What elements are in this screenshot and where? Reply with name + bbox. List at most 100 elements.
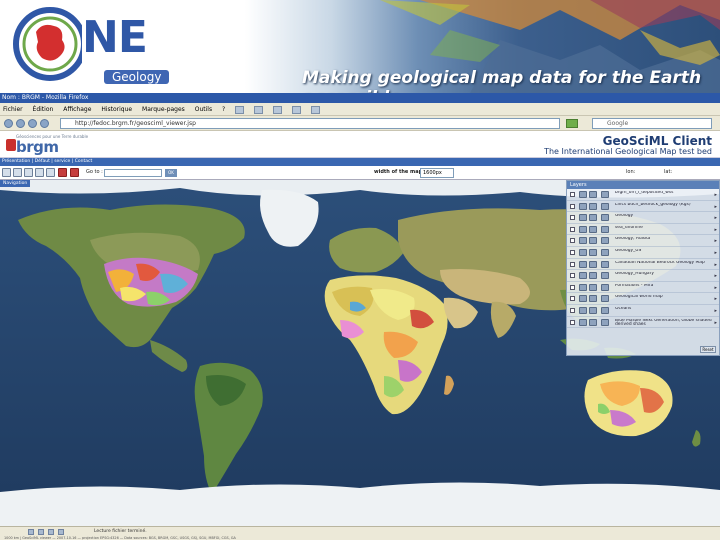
layer-info-icon[interactable] — [579, 214, 587, 222]
layer-checkbox[interactable] — [570, 261, 575, 267]
layer-legend-icon[interactable] — [589, 202, 597, 210]
expand-arrow-icon[interactable]: ▸ — [714, 273, 717, 279]
layer-map-icon — [601, 306, 609, 314]
stop-button[interactable] — [40, 119, 49, 128]
print-icon[interactable] — [310, 105, 320, 114]
query-icon[interactable] — [70, 168, 79, 177]
layer-info-icon[interactable] — [579, 260, 587, 268]
expand-arrow-icon[interactable]: ▸ — [714, 320, 717, 326]
expand-arrow-icon[interactable]: ▸ — [714, 204, 717, 210]
layer-checkbox[interactable] — [570, 238, 575, 244]
layer-legend-icon[interactable] — [589, 260, 597, 268]
layer-legend-icon[interactable] — [589, 306, 597, 314]
presentation-bar[interactable]: Présentation | Défaut | service | Contac… — [0, 158, 720, 166]
expand-arrow-icon[interactable]: ▸ — [714, 308, 717, 314]
layer-checkbox[interactable] — [570, 249, 575, 255]
pan-icon[interactable] — [24, 168, 33, 177]
expand-arrow-icon[interactable]: ▸ — [714, 250, 717, 256]
goto-input[interactable] — [104, 169, 162, 177]
layer-checkbox[interactable] — [570, 192, 575, 197]
layer-row[interactable]: brgm_om_l_deposited_wss ▸ — [567, 189, 719, 201]
reset-button[interactable]: Reset — [700, 346, 716, 353]
home-icon[interactable] — [291, 105, 301, 114]
layer-info-icon[interactable] — [579, 202, 587, 210]
layer-row[interactable]: Lincs bdcn_bedrock_geology (Kgs) ▸ — [567, 201, 719, 213]
globe-logo-icon — [13, 7, 87, 81]
back-icon[interactable] — [235, 105, 245, 114]
forward-button[interactable] — [16, 119, 25, 128]
layer-checkbox[interactable] — [570, 215, 575, 221]
full-extent-icon[interactable] — [46, 168, 55, 177]
expand-arrow-icon[interactable]: ▸ — [714, 285, 717, 291]
layer-row[interactable]: Geology_US ▸ — [567, 247, 719, 259]
layer-name: Canadian National Bedrock Geology Map — [615, 260, 705, 265]
print-map-icon[interactable] — [48, 529, 54, 535]
layer-row[interactable]: Blue Marble Next Generation, Globe shade… — [567, 317, 719, 329]
menu-edit[interactable]: Édition — [33, 106, 54, 113]
layer-legend-icon[interactable] — [589, 272, 597, 280]
menu-bookmarks[interactable]: Marque-pages — [142, 106, 185, 113]
expand-arrow-icon[interactable]: ▸ — [714, 227, 717, 233]
navigation-tab[interactable]: Navigation — [0, 180, 31, 187]
layer-checkbox[interactable] — [570, 307, 575, 313]
layer-checkbox[interactable] — [570, 226, 575, 232]
zoom-out-icon[interactable] — [13, 168, 22, 177]
go-button[interactable] — [566, 119, 578, 128]
layer-checkbox[interactable] — [570, 284, 575, 290]
legend-icon[interactable] — [58, 168, 67, 177]
layer-row[interactable]: Formations - Mira ▸ — [567, 282, 719, 294]
layer-info-icon[interactable] — [579, 225, 587, 233]
window-title: Nom : BRGM - Mozilla Firefox — [0, 93, 720, 103]
search-input[interactable]: Google — [592, 118, 712, 129]
url-input[interactable]: http://fedoc.brgm.fr/geosciml_viewer.jsp — [60, 118, 560, 129]
layer-info-icon[interactable] — [579, 283, 587, 291]
menu-view[interactable]: Affichage — [63, 106, 91, 113]
layer-row[interactable]: Geology, Alaska ▸ — [567, 235, 719, 247]
layer-checkbox[interactable] — [570, 296, 575, 302]
layer-info-icon[interactable] — [579, 248, 587, 256]
layer-checkbox[interactable] — [570, 319, 575, 325]
layer-legend-icon[interactable] — [589, 191, 597, 198]
layer-info-icon[interactable] — [579, 318, 587, 326]
layer-info-icon[interactable] — [579, 191, 587, 198]
layer-checkbox[interactable] — [570, 273, 575, 279]
menu-tools[interactable]: Outils — [195, 106, 212, 113]
layer-name: Geology_Hungary — [615, 272, 655, 277]
reload-icon[interactable] — [272, 105, 282, 114]
layer-legend-icon[interactable] — [589, 214, 597, 222]
layer-legend-icon[interactable] — [589, 295, 597, 303]
layer-info-icon[interactable] — [579, 306, 587, 314]
layer-row[interactable]: Geology ▸ — [567, 212, 719, 224]
reload-button[interactable] — [28, 119, 37, 128]
info-icon[interactable] — [35, 168, 44, 177]
layer-legend-icon[interactable] — [589, 225, 597, 233]
ok-button[interactable]: OK — [165, 169, 177, 177]
map-width-select[interactable]: 1600px — [420, 168, 454, 178]
layer-row[interactable]: sea_dhorline ▸ — [567, 224, 719, 236]
menu-help[interactable]: ? — [222, 106, 225, 113]
layer-legend-icon[interactable] — [589, 237, 597, 245]
export-icon[interactable] — [58, 529, 64, 535]
layer-row[interactable]: Geology_Hungary ▸ — [567, 270, 719, 282]
expand-arrow-icon[interactable]: ▸ — [714, 262, 717, 268]
expand-arrow-icon[interactable]: ▸ — [714, 192, 717, 198]
toolbar-icons — [235, 103, 328, 116]
layer-legend-icon[interactable] — [589, 283, 597, 291]
menu-file[interactable]: Fichier — [3, 106, 23, 113]
layer-info-icon[interactable] — [579, 295, 587, 303]
layer-row[interactable]: Geological world map ▸ — [567, 293, 719, 305]
menu-history[interactable]: Historique — [101, 106, 132, 113]
layer-legend-icon[interactable] — [589, 248, 597, 256]
layer-legend-icon[interactable] — [589, 318, 597, 326]
layer-checkbox[interactable] — [570, 203, 575, 209]
expand-arrow-icon[interactable]: ▸ — [714, 296, 717, 302]
expand-arrow-icon[interactable]: ▸ — [714, 215, 717, 221]
zoom-in-icon[interactable] — [2, 168, 11, 177]
layer-info-icon[interactable] — [579, 237, 587, 245]
layer-row[interactable]: Canadian National Bedrock Geology Map ▸ — [567, 259, 719, 271]
layer-info-icon[interactable] — [579, 272, 587, 280]
expand-arrow-icon[interactable]: ▸ — [714, 238, 717, 244]
forward-icon[interactable] — [254, 105, 264, 114]
back-button[interactable] — [4, 119, 13, 128]
layer-row[interactable]: Oceans ▸ — [567, 305, 719, 317]
